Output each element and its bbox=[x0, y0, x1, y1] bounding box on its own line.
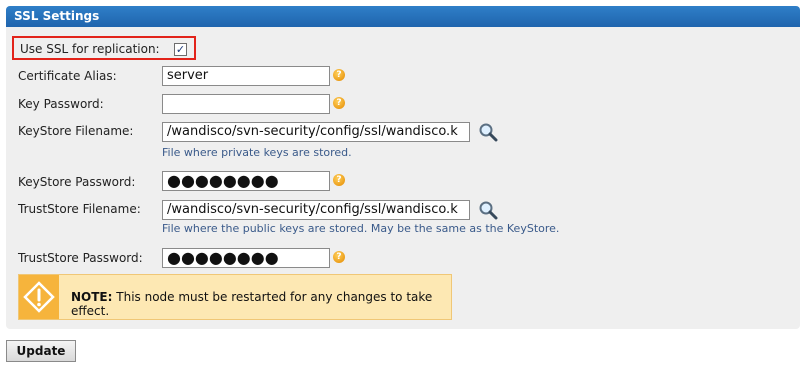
warning-icon bbox=[23, 281, 55, 313]
use-ssl-checkbox[interactable]: ✓ bbox=[174, 43, 187, 56]
warning-icon-block bbox=[19, 275, 59, 319]
use-ssl-highlight: Use SSL for replication: ✓ bbox=[12, 36, 196, 60]
truststore-filename-label: TrustStore Filename: bbox=[18, 202, 141, 216]
update-button[interactable]: Update bbox=[6, 340, 76, 362]
keystore-filename-label: KeyStore Filename: bbox=[18, 124, 134, 138]
help-icon[interactable]: ? bbox=[333, 97, 345, 109]
panel-title: SSL Settings bbox=[6, 6, 800, 27]
note-text: NOTE: This node must be restarted for an… bbox=[71, 290, 451, 318]
ssl-settings-panel: SSL Settings Use SSL for replication: ✓ … bbox=[6, 6, 800, 329]
note-message: This node must be restarted for any chan… bbox=[71, 290, 433, 318]
keystore-filename-input[interactable]: /wandisco/svn-security/config/ssl/wandis… bbox=[162, 122, 470, 142]
magnifier-icon[interactable] bbox=[478, 122, 500, 142]
truststore-password-input[interactable]: ●●●●●●●● bbox=[162, 248, 330, 268]
keystore-password-input[interactable]: ●●●●●●●● bbox=[162, 171, 330, 191]
truststore-filename-input[interactable]: /wandisco/svn-security/config/ssl/wandis… bbox=[162, 200, 470, 220]
certificate-alias-label: Certificate Alias: bbox=[18, 69, 117, 83]
use-ssl-label: Use SSL for replication: bbox=[20, 42, 160, 56]
magnifier-icon[interactable] bbox=[478, 200, 500, 220]
truststore-password-label: TrustStore Password: bbox=[18, 251, 143, 265]
key-password-label: Key Password: bbox=[18, 97, 104, 111]
key-password-input[interactable] bbox=[162, 94, 330, 114]
help-icon[interactable]: ? bbox=[333, 251, 345, 263]
restart-note: NOTE: This node must be restarted for an… bbox=[18, 274, 452, 320]
help-icon[interactable]: ? bbox=[333, 69, 345, 81]
note-prefix: NOTE: bbox=[71, 290, 113, 304]
help-icon[interactable]: ? bbox=[333, 174, 345, 186]
certificate-alias-input[interactable]: server bbox=[162, 66, 330, 86]
truststore-filename-hint: File where the public keys are stored. M… bbox=[162, 222, 560, 235]
keystore-password-label: KeyStore Password: bbox=[18, 175, 136, 189]
keystore-filename-hint: File where private keys are stored. bbox=[162, 146, 352, 159]
